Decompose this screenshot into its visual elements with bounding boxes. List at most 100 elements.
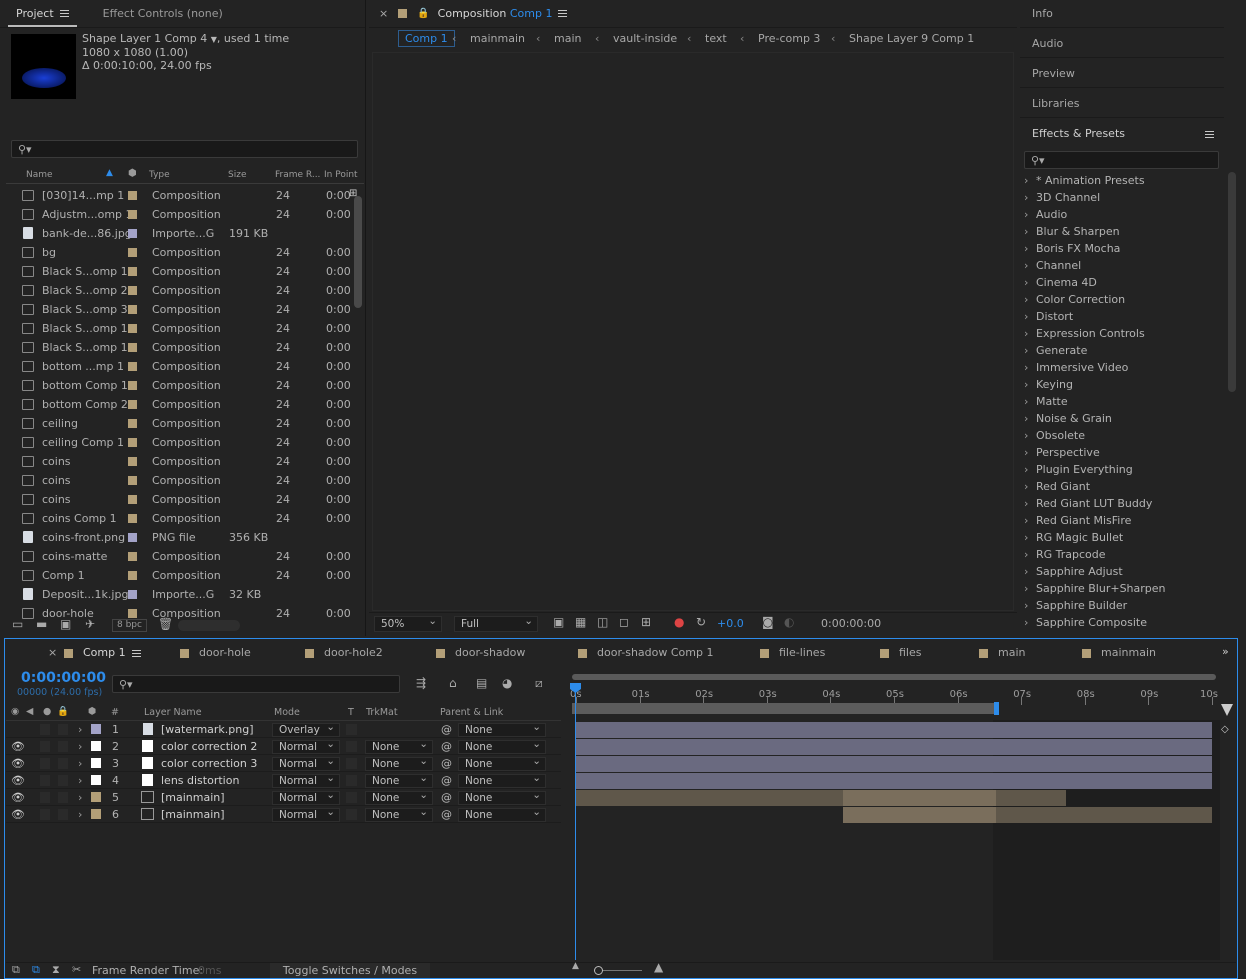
track-matte-select[interactable]: None [365, 806, 433, 822]
layer-row[interactable]: 👁 › 2 color correction 2 Normal None @ None [6, 738, 561, 755]
chevron-right-icon[interactable]: › [1024, 293, 1028, 306]
parent-select[interactable]: None [458, 806, 546, 822]
parent-select[interactable]: None [458, 772, 546, 788]
draft-3d-icon[interactable]: ⌂ [449, 676, 457, 690]
chevron-right-icon[interactable]: › [1024, 395, 1028, 408]
col-type[interactable]: Type [149, 170, 170, 180]
effect-category[interactable]: › 3D Channel [1024, 190, 1224, 207]
bpc-button[interactable]: 8 bpc [112, 619, 147, 632]
layer-name[interactable]: color correction 2 [161, 740, 257, 753]
reset-exposure-icon[interactable]: ↻ [696, 615, 706, 629]
chevron-right-icon[interactable]: › [1024, 412, 1028, 425]
effect-category[interactable]: › Noise & Grain [1024, 411, 1224, 428]
chevron-right-icon[interactable]: › [1024, 429, 1028, 442]
grid-icon[interactable]: ⊞ [641, 615, 651, 629]
label-swatch[interactable] [128, 457, 137, 466]
effect-category[interactable]: › Sapphire Builder [1024, 598, 1224, 615]
breadcrumb-item[interactable]: Comp 1 [398, 30, 455, 47]
label-swatch[interactable] [128, 533, 137, 542]
effect-category[interactable]: › Sapphire Composite [1024, 615, 1224, 632]
effect-category[interactable]: › Generate [1024, 343, 1224, 360]
snapshot-icon[interactable]: ◙ [762, 615, 774, 629]
breadcrumb-item[interactable]: Shape Layer 9 Comp 1 [849, 32, 974, 45]
blend-mode-select[interactable]: Normal [272, 755, 340, 771]
label-swatch[interactable] [128, 590, 137, 599]
effects-scrollbar[interactable] [1228, 172, 1236, 392]
sort-ascending-icon[interactable]: ▲ [106, 168, 113, 178]
label-swatch[interactable] [128, 571, 137, 580]
col-parent[interactable]: Parent & Link [440, 707, 503, 718]
work-area-end-handle[interactable] [993, 702, 999, 715]
lock-box[interactable] [58, 741, 68, 752]
layer-duration-bar[interactable] [843, 807, 1212, 823]
label-swatch[interactable] [128, 210, 137, 219]
project-menu-icon[interactable] [59, 10, 69, 17]
pick-whip-icon[interactable]: @ [441, 740, 452, 753]
label-swatch[interactable] [128, 495, 137, 504]
label-swatch[interactable] [128, 191, 137, 200]
effect-category[interactable]: › Perspective [1024, 445, 1224, 462]
project-item[interactable]: coins Comp 1 Composition 24 0:00 [6, 509, 351, 528]
lock-box[interactable] [58, 792, 68, 803]
comp-menu-icon[interactable] [558, 10, 568, 17]
effect-category[interactable]: › * Animation Presets [1024, 173, 1224, 190]
comp-viewer[interactable] [372, 52, 1014, 611]
expand-chevron-icon[interactable]: › [78, 808, 82, 821]
chevron-right-icon[interactable]: › [1024, 599, 1028, 612]
flowchart-icon[interactable]: ⊞ [349, 188, 357, 199]
layer-label-swatch[interactable] [91, 775, 101, 785]
project-item[interactable]: Black S...omp 2 Composition 24 0:00 [6, 281, 351, 300]
chevron-right-icon[interactable]: › [1024, 463, 1028, 476]
project-item[interactable]: ceiling Comp 1 Composition 24 0:00 [6, 433, 351, 452]
zoom-slider-thumb[interactable] [594, 966, 603, 975]
solo-box[interactable] [40, 741, 50, 752]
chevron-right-icon[interactable]: › [1024, 514, 1028, 527]
preserve-transparency-box[interactable] [346, 724, 357, 735]
track-matte-select[interactable]: None [365, 789, 433, 805]
close-icon[interactable]: × [379, 7, 388, 20]
label-swatch[interactable] [128, 552, 137, 561]
chevron-right-icon[interactable]: › [1024, 344, 1028, 357]
track-matte-select[interactable]: None [365, 755, 433, 771]
chevron-right-icon[interactable]: › [1024, 259, 1028, 272]
chevron-right-icon[interactable]: › [1024, 480, 1028, 493]
chevron-right-icon[interactable]: › [1024, 582, 1028, 595]
project-item[interactable]: ceiling Composition 24 0:00 [6, 414, 351, 433]
expand-chevron-icon[interactable]: › [78, 774, 82, 787]
pick-whip-icon[interactable]: @ [441, 723, 452, 736]
label-swatch[interactable] [128, 438, 137, 447]
zoom-select[interactable]: 50% [374, 614, 442, 632]
effect-category[interactable]: › RG Magic Bullet [1024, 530, 1224, 547]
project-item[interactable]: coins Composition 24 0:00 [6, 471, 351, 490]
effect-category[interactable]: › Blur & Sharpen [1024, 224, 1224, 241]
visibility-eye-icon[interactable]: 👁 [11, 740, 25, 753]
new-comp-icon[interactable]: ▣ [60, 617, 71, 631]
transparency-grid-icon[interactable]: ▦ [575, 615, 586, 629]
effect-category[interactable]: › Boris FX Mocha [1024, 241, 1224, 258]
effect-category[interactable]: › Immersive Video [1024, 360, 1224, 377]
work-area-bar[interactable] [572, 703, 996, 714]
visibility-eye-icon[interactable]: 👁 [11, 808, 25, 821]
parent-select[interactable]: None [458, 738, 546, 754]
layer-row[interactable]: 👁 › 3 color correction 3 Normal None @ None [6, 755, 561, 772]
pick-whip-icon[interactable]: @ [441, 808, 452, 821]
project-item[interactable]: Black S...omp 1 Composition 24 0:00 [6, 262, 351, 281]
panel-tab-info[interactable]: Info [1020, 0, 1224, 28]
blend-mode-select[interactable]: Normal [272, 789, 340, 805]
toggle-switches-button[interactable]: Toggle Switches / Modes [270, 963, 430, 978]
layer-label-swatch[interactable] [91, 758, 101, 768]
layer-duration-bar[interactable] [576, 790, 1066, 806]
solo-box[interactable] [40, 775, 50, 786]
layer-duration-bar[interactable] [576, 722, 1212, 738]
timeline-menu-icon[interactable] [131, 649, 141, 657]
mask-path-icon[interactable]: ◫ [597, 615, 608, 629]
expand-chevron-icon[interactable]: › [78, 791, 82, 804]
interpret-footage-icon[interactable]: ▭ [12, 617, 23, 631]
breadcrumb-item[interactable]: mainmain [470, 32, 525, 45]
tab-effect-controls[interactable]: Effect Controls (none) [93, 0, 233, 28]
timeline-tab[interactable]: mainmain [1082, 646, 1156, 659]
breadcrumb-item[interactable]: main [554, 32, 581, 45]
col-name[interactable]: Name [26, 170, 53, 180]
chevron-right-icon[interactable]: › [1024, 191, 1028, 204]
tab-project[interactable]: Project [8, 1, 77, 27]
